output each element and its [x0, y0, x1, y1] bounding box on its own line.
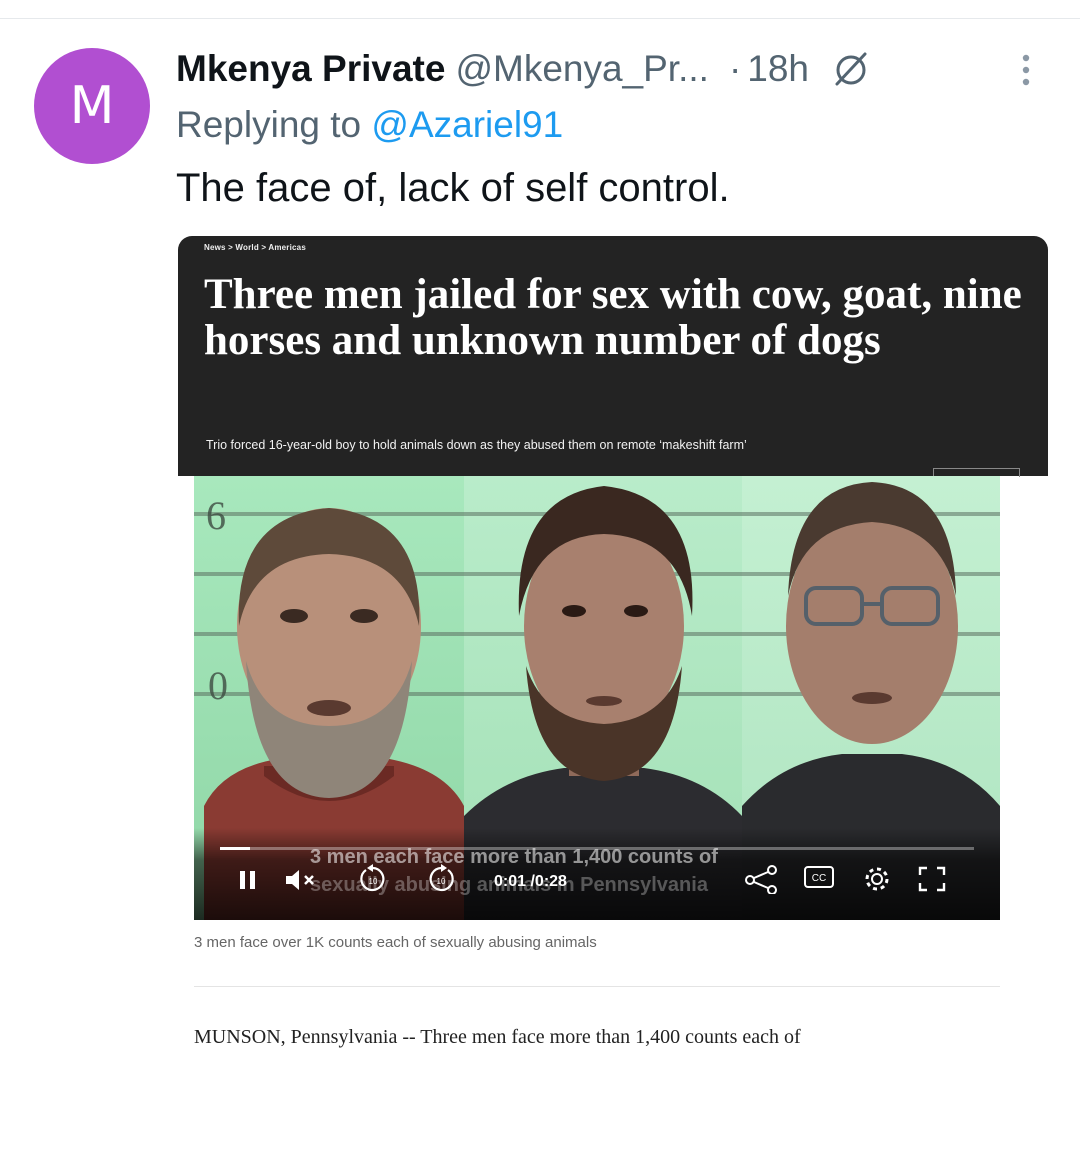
top-divider: [0, 18, 1080, 19]
video-progress-fill: [220, 847, 251, 850]
tweet-header: Mkenya Private @Mkenya_Pr... · 18h: [176, 44, 871, 94]
forward-10-icon[interactable]: 10: [426, 864, 456, 894]
grok-icon[interactable]: [831, 49, 871, 89]
video-progress-bar[interactable]: [220, 847, 974, 850]
article-header: News > World > Americas Three men jailed…: [178, 236, 1048, 477]
replying-prefix: Replying to: [176, 104, 372, 145]
video-duration: /0:28: [530, 873, 567, 890]
article-body: MUNSON, Pennsylvania -- Three men face m…: [194, 1026, 801, 1048]
video-controls: 10 10 0:01 /0:28 CC: [194, 854, 1000, 904]
video-timecode: 0:01 /0:28: [494, 873, 567, 891]
fullscreen-icon[interactable]: [918, 866, 946, 892]
replying-handle-link[interactable]: @Azariel91: [371, 104, 563, 145]
author-name[interactable]: Mkenya Private: [176, 48, 445, 90]
avatar-letter: M: [69, 76, 115, 136]
article-image-caption: 3 men face over 1K counts each of sexual…: [194, 934, 597, 951]
video-player[interactable]: 6 0 3 men each face more than 1,400 coun…: [194, 476, 1000, 920]
replying-to: Replying to @Azariel91: [176, 104, 563, 146]
more-options-icon[interactable]: [1016, 50, 1036, 90]
separator-dot: ·: [728, 48, 742, 89]
author-handle[interactable]: @Mkenya_Pr...: [455, 48, 709, 90]
article-screenshot[interactable]: News > World > Americas Three men jailed…: [178, 236, 1048, 1058]
settings-icon[interactable]: [862, 864, 892, 894]
pause-icon[interactable]: [236, 868, 260, 892]
rewind-10-icon[interactable]: 10: [358, 864, 388, 894]
rewind-label: 10: [369, 877, 378, 886]
tweet-text: The face of, lack of self control.: [176, 166, 730, 210]
article-divider: [194, 986, 1000, 987]
cc-label: CC: [812, 873, 826, 884]
share-icon[interactable]: [744, 864, 780, 894]
subheadline: Trio forced 16-year-old boy to hold anim…: [206, 438, 747, 452]
forward-label: 10: [437, 877, 446, 886]
cc-icon[interactable]: CC: [804, 866, 834, 888]
breadcrumb: News > World > Americas: [204, 243, 306, 252]
avatar[interactable]: M: [34, 48, 150, 164]
mute-icon[interactable]: [284, 868, 320, 892]
video-current-time: 0:01: [494, 873, 527, 890]
tweet-time[interactable]: 18h: [747, 48, 809, 90]
headline: Three men jailed for sex with cow, goat,…: [204, 271, 1022, 364]
